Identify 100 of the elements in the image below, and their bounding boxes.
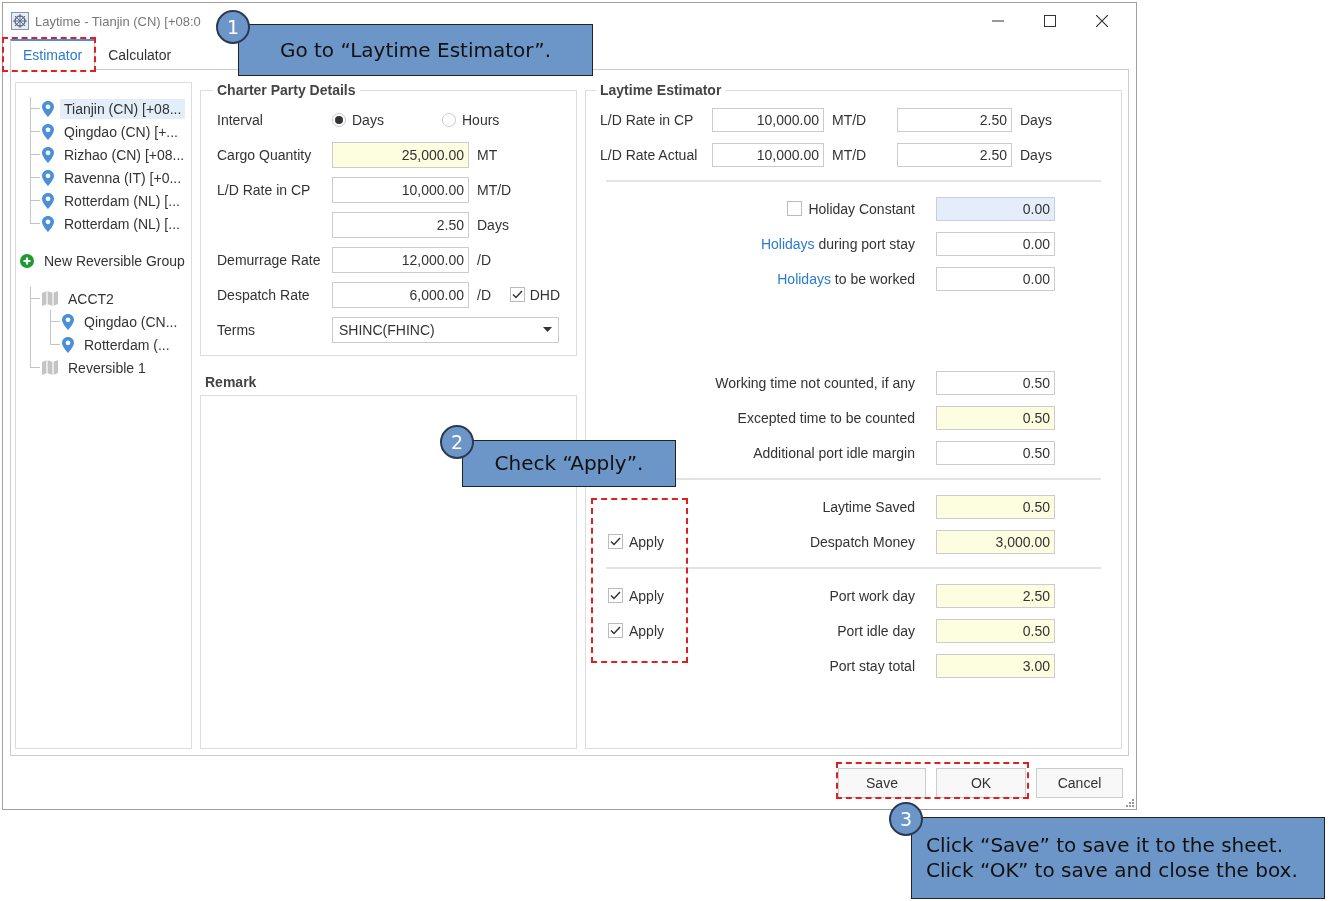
holidays-link[interactable]: Holidays — [777, 270, 831, 287]
input-field[interactable]: 3.00 — [936, 653, 1055, 678]
unit-label: /D — [477, 251, 491, 268]
dropdown[interactable]: SHINC(FHINC) — [332, 316, 559, 343]
location-pin-icon — [42, 100, 54, 117]
plus-icon — [20, 254, 34, 268]
checkbox[interactable] — [608, 534, 623, 549]
unit-label: MT/D — [832, 146, 868, 163]
maximize-icon — [1044, 15, 1056, 27]
dialog-button[interactable]: Cancel — [1036, 767, 1123, 798]
caret-icon — [543, 327, 552, 332]
radio-label: Days — [352, 111, 384, 128]
checkbox-label: DHD — [529, 286, 560, 303]
checkbox[interactable] — [509, 287, 525, 302]
location-pin-icon — [42, 192, 54, 209]
input-field[interactable]: 10,000.00 — [712, 142, 824, 167]
field-label: L/D Rate Actual — [600, 146, 699, 163]
new-group-button[interactable]: New Reversible Group — [20, 253, 185, 269]
dialog-button[interactable]: OK — [936, 767, 1026, 798]
field-label: Interval — [217, 111, 264, 128]
tree-item[interactable]: Reversible 1 — [64, 357, 150, 378]
input-field[interactable]: 10,000.00 — [712, 107, 824, 132]
input-field[interactable]: 0.50 — [936, 440, 1055, 465]
unit-label: MT/D — [832, 111, 868, 128]
field-label: Port stay total — [829, 657, 915, 674]
input-field[interactable]: 25,000.00 — [332, 141, 469, 168]
holidays-link[interactable]: Holidays — [760, 235, 815, 252]
unit-label: MT — [477, 146, 498, 163]
input-field[interactable]: 0.50 — [936, 494, 1055, 519]
tree-item[interactable]: Qingdao (CN) [+... — [60, 121, 182, 142]
input-field[interactable]: 2.50 — [897, 107, 1012, 132]
checkbox-label: Apply — [629, 533, 665, 550]
input-field[interactable]: 0.50 — [936, 618, 1055, 643]
location-pin-icon — [42, 215, 54, 232]
location-pin-icon — [42, 123, 54, 140]
checkbox[interactable] — [608, 623, 623, 638]
input-field[interactable]: 10,000.00 — [332, 176, 469, 203]
field-label: Laytime Saved — [822, 498, 915, 515]
field-label: Excepted time to be counted — [737, 409, 915, 426]
tree-item[interactable]: Ravenna (IT) [+0... — [60, 167, 186, 188]
dialog-button[interactable]: Save — [838, 767, 926, 798]
checkbox-label: Apply — [629, 622, 665, 639]
unit-label: MT/D — [477, 181, 512, 198]
field-label: Additional port idle margin — [753, 444, 915, 461]
checkbox-label: Apply — [629, 587, 665, 604]
input-field[interactable]: 0.50 — [936, 405, 1055, 430]
field-label: Despatch Money — [809, 533, 915, 550]
location-pin-icon — [62, 313, 74, 330]
input-field[interactable]: 0.00 — [936, 266, 1055, 291]
field-label: Demurrage Rate — [217, 251, 322, 268]
app-icon — [11, 12, 29, 30]
callout-text: Check “Apply”. — [494, 451, 644, 476]
input-field[interactable]: 6,000.00 — [332, 281, 469, 308]
tab[interactable]: Calculator — [95, 40, 185, 70]
location-pin-icon — [62, 336, 74, 353]
input-field[interactable]: 0.50 — [936, 370, 1055, 395]
section-title: Remark — [205, 374, 258, 390]
tab[interactable]: Estimator — [10, 39, 96, 70]
field-label: Working time not counted, if any — [715, 374, 915, 391]
field-label: Holidays during port stay — [760, 235, 915, 252]
field-label: Holidays to be worked — [777, 270, 915, 287]
folded-map-icon — [42, 360, 58, 375]
input-field[interactable]: 3,000.00 — [936, 529, 1055, 554]
input-field[interactable]: 12,000.00 — [332, 246, 469, 273]
resize-grip-icon[interactable] — [1126, 799, 1134, 807]
radio-label: Hours — [462, 111, 500, 128]
section-title: Laytime Estimator — [599, 82, 723, 98]
location-pin-icon — [42, 169, 54, 186]
callout-text: Click “Save” to save it to the sheet. — [926, 833, 1285, 858]
minimize-icon — [992, 20, 1004, 22]
tree-item[interactable]: Tianjin (CN) [+08... — [60, 98, 186, 119]
tree-item[interactable]: Rotterdam (... — [80, 334, 174, 355]
input-field[interactable]: 2.50 — [332, 211, 469, 238]
close-icon — [1096, 15, 1108, 27]
tree-item[interactable]: Qingdao (CN... — [80, 311, 182, 332]
tree-item[interactable]: Rizhao (CN) [+08... — [60, 144, 189, 165]
unit-label: Days — [1020, 111, 1052, 128]
unit-label: Days — [477, 216, 509, 233]
tree-item[interactable]: ACCT2 — [64, 288, 118, 309]
checkbox-label: Holiday Constant — [808, 200, 915, 217]
folded-map-icon — [42, 291, 58, 306]
input-field[interactable]: 2.50 — [936, 583, 1055, 608]
field-label: L/D Rate in CP — [217, 181, 312, 198]
tree-item[interactable]: Rotterdam (NL) [... — [60, 190, 184, 211]
callout-text: Go to “Laytime Estimator”. — [279, 37, 552, 63]
checkbox[interactable] — [608, 588, 623, 603]
section-title: Charter Party Details — [216, 82, 357, 98]
field-label: Despatch Rate — [217, 286, 311, 303]
field-label: Port idle day — [837, 622, 915, 639]
unit-label: Days — [1020, 146, 1052, 163]
input-field[interactable]: 0.00 — [936, 231, 1055, 256]
field-label: Terms — [217, 321, 257, 338]
field-label: L/D Rate in CP — [600, 111, 695, 128]
input-field[interactable]: 2.50 — [897, 142, 1012, 167]
field-label: Cargo Quantity — [217, 146, 313, 163]
callout-text: Click “OK” to save and close the box. — [926, 858, 1299, 883]
tree-item[interactable]: Rotterdam (NL) [... — [60, 213, 184, 234]
field-label: Port work day — [829, 587, 915, 604]
location-pin-icon — [42, 146, 54, 163]
window-title: Laytime - Tianjin (CN) [+08:0 — [35, 13, 201, 29]
